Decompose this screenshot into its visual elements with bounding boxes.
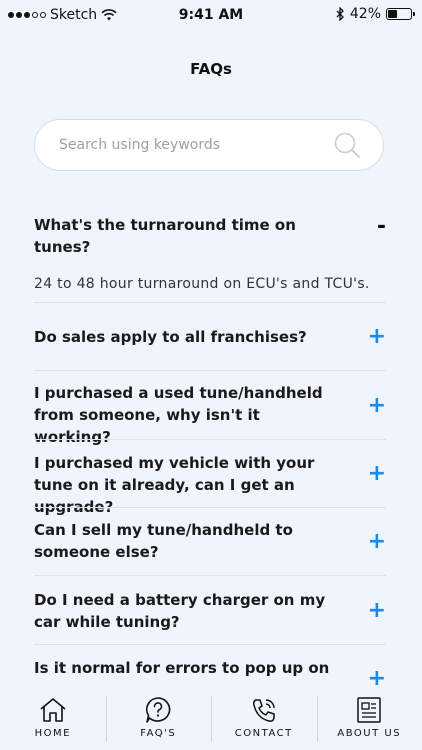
status-bar: Sketch 9:41 AM 42%: [0, 0, 422, 30]
faq-answer: 24 to 48 hour turnaround on ECU's and TC…: [34, 276, 370, 292]
search-icon[interactable]: [333, 131, 361, 159]
expand-icon[interactable]: +: [368, 531, 386, 553]
tab-home[interactable]: HOME: [0, 690, 106, 750]
faq-item-expanded[interactable]: What's the turnaround time on tunes? - 2…: [34, 214, 386, 293]
phone-icon: [252, 699, 275, 722]
faq-question[interactable]: Can I sell my tune/handheld to someone e…: [34, 519, 339, 563]
tab-faqs[interactable]: FAQ'S: [105, 690, 212, 750]
faq-question[interactable]: Do I need a battery charger on my car wh…: [34, 589, 339, 633]
faq-item[interactable]: Is it normal for errors to pop up on +: [34, 657, 386, 690]
status-right: 42%: [336, 6, 415, 22]
tab-label: HOME: [34, 728, 71, 739]
tab-label: ABOUT US: [337, 728, 402, 739]
battery-percent: 42%: [349, 6, 381, 22]
faq-item[interactable]: Can I sell my tune/handheld to someone e…: [34, 519, 386, 563]
expand-icon[interactable]: +: [368, 326, 386, 348]
tab-label: CONTACT: [234, 728, 293, 739]
divider: [34, 507, 386, 508]
news-icon: [357, 697, 381, 723]
divider: [34, 302, 386, 303]
faq-question[interactable]: Do sales apply to all franchises?: [34, 326, 339, 348]
expand-icon[interactable]: +: [368, 668, 386, 690]
expand-icon[interactable]: +: [368, 463, 386, 485]
faq-item[interactable]: Do I need a battery charger on my car wh…: [34, 589, 386, 633]
search-input[interactable]: [59, 120, 329, 170]
expand-icon[interactable]: +: [368, 395, 386, 417]
battery-icon: [386, 8, 415, 20]
faq-question[interactable]: Is it normal for errors to pop up on: [34, 657, 339, 679]
tab-label: FAQ'S: [140, 728, 177, 739]
faq-item[interactable]: I purchased my vehicle with your tune on…: [34, 452, 386, 518]
tab-about-us[interactable]: ABOUT US: [316, 690, 422, 750]
divider: [34, 439, 386, 440]
collapse-icon[interactable]: -: [377, 216, 386, 238]
divider: [34, 370, 386, 371]
expand-icon[interactable]: +: [368, 600, 386, 622]
search-box[interactable]: [34, 119, 384, 171]
bluetooth-icon: [336, 7, 344, 21]
tab-bar: HOME FAQ'S CONTACT ABOUT US: [0, 690, 422, 750]
page-title: FAQs: [190, 60, 232, 78]
divider: [34, 575, 386, 576]
question-icon: [146, 697, 171, 723]
divider: [34, 644, 386, 645]
home-icon: [40, 698, 66, 722]
faq-item[interactable]: Do sales apply to all franchises? +: [34, 326, 386, 348]
faq-question[interactable]: What's the turnaround time on tunes?: [34, 214, 339, 258]
tab-contact[interactable]: CONTACT: [211, 690, 317, 750]
faq-question[interactable]: I purchased my vehicle with your tune on…: [34, 452, 339, 518]
